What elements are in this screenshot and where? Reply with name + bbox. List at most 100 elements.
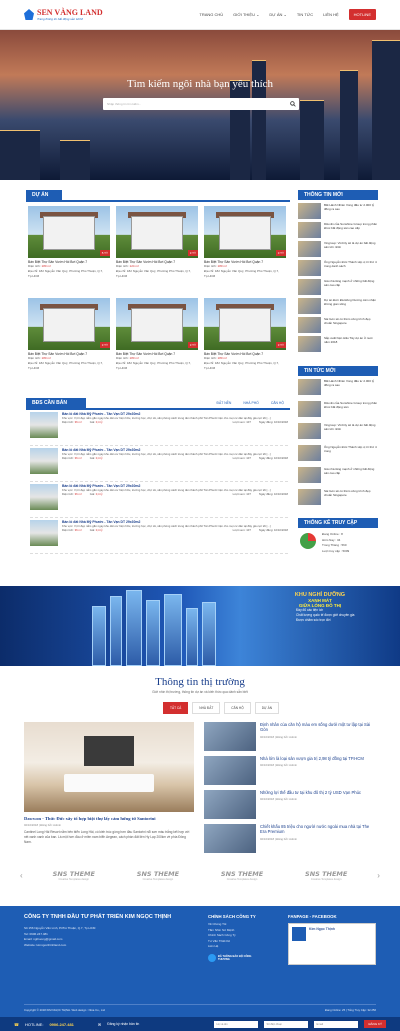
logo[interactable]: SEN VÀNG LAND Trang thông tin bất động s… — [24, 8, 103, 21]
project-card[interactable]: 5 TỶ Bán Biệt Thự Sân Vườn Hồi Bơi Quận … — [28, 206, 110, 279]
filter-apartment[interactable]: CĂN HỘ — [271, 401, 284, 405]
project-card[interactable]: 3 TỶ Bán Biệt Thự Sân Vườn Hồi Bơi Quận … — [116, 298, 198, 371]
partner-logo[interactable]: SNS THEME Creative Templates design — [41, 870, 107, 881]
menu-item-contact[interactable]: LIÊN HỆ — [323, 12, 339, 17]
market-news-item[interactable]: Những lợi thế đầu tư tại khu đô thị 2 tỷ… — [204, 790, 376, 819]
filter-townhouse[interactable]: NHÀ PHỐ — [243, 401, 258, 405]
sidebar-news-item[interactable]: Vingroup: VinCity sẽ là dự án bất động s… — [298, 241, 378, 257]
news-thumb[interactable] — [298, 203, 321, 219]
sidebar-news2-item[interactable]: Sài Gòn sẽ có thêm công trình đẹp chuẩn … — [298, 489, 378, 505]
news-thumb[interactable] — [298, 317, 321, 333]
subscribe-button[interactable]: ĐĂNG KÝ — [364, 1020, 386, 1028]
project-image[interactable]: 3 TỶ — [204, 298, 286, 350]
copyright-bar: Copyright © 2018 KIM NGỌC THỊNH. Web des… — [24, 1004, 376, 1012]
company-website[interactable]: Website: kimngocthinhland.com — [24, 943, 194, 949]
menu-item-projects[interactable]: DỰ ÁN ⌄ — [269, 12, 286, 17]
facebook-avatar — [292, 927, 306, 941]
project-address: 182 Nguyễn Văn Quỳ, Phường Phú Thuận, Q.… — [116, 361, 191, 370]
tab-project[interactable]: DỰ ÁN — [254, 702, 280, 714]
brand-tagline: Trang thông tin bất động sản HCM — [37, 16, 83, 21]
market-news-item[interactable]: Định nhân của căn hộ màu em sống dưới mộ… — [204, 722, 376, 751]
resort-banner[interactable]: KHU NGHỈ DƯỠNG XANH MÁT GIỮA LÒNG ĐÔ THỊ… — [0, 586, 400, 666]
hotline-button[interactable]: HOTLINE — [348, 9, 376, 20]
stats-chart-icon — [300, 533, 316, 549]
menu-item-home[interactable]: TRANG CHỦ — [199, 12, 223, 17]
project-address: 182 Nguyễn Văn Quỳ, Phường Phú Thuận, Q.… — [204, 269, 279, 278]
email-field[interactable]: Email — [314, 1020, 359, 1028]
listing-thumb[interactable] — [30, 412, 58, 438]
sidebar-news2-item[interactable]: Vingroup: VinCity sẽ là dự án bất động s… — [298, 423, 378, 439]
phone-field[interactable]: Số điện thoại — [264, 1020, 309, 1028]
news-thumb[interactable] — [298, 279, 321, 295]
news-thumb[interactable] — [298, 241, 321, 257]
listing-row[interactable]: Bán lô đất Nhà Mỹ Phước - Tân Vạn DT 29x… — [30, 448, 288, 482]
sidebar-news-item[interactable]: Bất Hành Nhiên Vùng đầu tư 2.000 tỷ đồng… — [298, 203, 378, 219]
partner-logo[interactable]: SNS THEME Creative Templates design — [293, 870, 359, 881]
project-area: 180 m² — [41, 356, 51, 360]
main-menu: TRANG CHỦ GIỚI THIỆU ⌄ DỰ ÁN ⌄ TIN TỨC L… — [199, 9, 376, 20]
news-thumb[interactable] — [298, 222, 321, 238]
feature-image[interactable] — [24, 722, 194, 812]
tab-apartment[interactable]: CĂN HỘ — [224, 702, 251, 714]
listing-thumb[interactable] — [30, 484, 58, 510]
project-image[interactable]: 3 TỶ — [204, 206, 286, 258]
stats-widget: THỐNG KÊ TRUY CẬP Đang Online : 8 Hôm Na… — [298, 518, 378, 554]
project-card[interactable]: 3 TỶ Bán Biệt Thự Sân Vườn Hồi Bơi Quận … — [204, 206, 286, 279]
name-field[interactable]: Họ và tên — [214, 1020, 259, 1028]
listing-row[interactable]: Bán lô đất Nhà Mỹ Phước - Tân Vạn DT 29x… — [30, 484, 288, 518]
price-tag: 3 TỶ — [99, 342, 110, 348]
partner-logo[interactable]: SNS THEME Creative Templates design — [125, 870, 191, 881]
menu-item-news[interactable]: TIN TỨC — [297, 12, 313, 17]
news-thumb[interactable] — [298, 260, 321, 276]
project-area: 124 m² — [129, 264, 139, 268]
search-icon[interactable] — [287, 98, 299, 110]
news-thumb[interactable] — [298, 336, 321, 352]
project-image[interactable]: 3 TỶ — [116, 206, 198, 258]
chevron-left-icon[interactable]: ‹ — [20, 871, 23, 880]
listing-thumb[interactable] — [30, 448, 58, 474]
logo-icon — [24, 9, 34, 20]
subscribe-bar: ☎ HOTLINE: 0906.247.481 ✉ Đăng ký nhận b… — [0, 1017, 400, 1031]
feature-article[interactable]: Dawwon - Thức Đức xây tổ hợp biệt thự lấ… — [24, 722, 194, 845]
projects-header: DỰ ÁN — [26, 190, 290, 202]
sidebar-news-item[interactable]: Dự án Đơn Đà Đông Dương cảm nhận không g… — [298, 298, 378, 314]
filter-land[interactable]: ĐẤT NỀN — [217, 401, 232, 405]
sidebar-news2-item[interactable]: Giá nhà tăng mạnh ở những bất động sản c… — [298, 467, 378, 483]
search-input[interactable]: Nhập thông tin tìm kiếm... — [107, 102, 141, 106]
listing-row[interactable]: Bán lô đất Nhà Mỹ Phước - Tân Vạn DT 29x… — [30, 520, 288, 554]
sidebar-news-item[interactable]: Sài Gòn sẽ có thêm công trình đẹp chuẩn … — [298, 317, 378, 333]
listing-row[interactable]: Bán lô đất Nhà Mỹ Phước - Tân Vạn DT 29x… — [30, 412, 288, 446]
verified-icon — [208, 953, 216, 962]
tab-all[interactable]: TẤT CẢ — [163, 702, 189, 714]
sidebar-news-item[interactable]: Sắp xuất hiện Hầu Tây dự án ở nuôi năm 2… — [298, 336, 378, 352]
project-image[interactable]: 3 TỶ — [116, 298, 198, 350]
menu-item-about[interactable]: GIỚI THIỆU ⌄ — [233, 12, 259, 17]
sidebar-news2-item[interactable]: Ông Nguyễn Đức Thành xếp vị trí thứ 4 tr… — [298, 445, 378, 461]
search-box[interactable]: Nhập thông tin tìm kiếm... — [103, 98, 299, 110]
facebook-widget[interactable]: Kim Ngọc Thịnh — [288, 923, 376, 965]
registered-badge[interactable]: ĐÃ THÔNG BÁO BỘ CÔNG THƯƠNG — [218, 955, 258, 961]
company-name: CÔNG TY TNHH ĐẦU TƯ PHÁT TRIỂN KIM NGỌC … — [24, 914, 172, 920]
sidebar-news2-item[interactable]: Bất Hành Nhiên Vùng đầu tư 2.000 tỷ đồng… — [298, 379, 378, 395]
project-card[interactable]: 3 TỶ Bán Biệt Thự Sân Vườn Hồi Bơi Quận … — [116, 206, 198, 279]
listing-thumb[interactable] — [30, 520, 58, 546]
sidebar-news-item[interactable]: Ông Nguyễn Đức Thành xếp vị trí thứ 4 tr… — [298, 260, 378, 276]
sidebar-news-item[interactable]: Giá nhà tăng mạnh ở những bất động sản c… — [298, 279, 378, 295]
sidebar-news-header: THÔNG TIN MỚI — [298, 190, 378, 200]
sidebar-news2-item[interactable]: Dấu ấn của Sunshine Group trong phân khú… — [298, 401, 378, 417]
project-card[interactable]: 3 TỶ Bán Biệt Thự Sân Vườn Hồi Bơi Quận … — [204, 298, 286, 371]
market-news-item[interactable]: Nhà lớn là loại sản vượn gia trị 2,98 tỷ… — [204, 756, 376, 785]
hotline-number[interactable]: 0906.247.481 — [49, 1022, 73, 1027]
footer-link[interactable]: Liên Hệ — [208, 944, 278, 950]
chevron-right-icon[interactable]: › — [377, 871, 380, 880]
news-thumb[interactable] — [298, 298, 321, 314]
project-image[interactable]: 3 TỶ — [28, 298, 110, 350]
sidebar-news-item[interactable]: Dấu ấn của Sunshine Group trong phân khú… — [298, 222, 378, 238]
market-news-item[interactable]: Chiết khấu 85 triệu cho người nước ngoài… — [204, 824, 376, 853]
tab-land[interactable]: NHÀ ĐẤT — [192, 702, 221, 714]
project-image[interactable]: 5 TỶ — [28, 206, 110, 258]
market-subtitle: Giới nhìn thị trường, thông tin dự án và… — [152, 690, 248, 694]
feature-title[interactable]: Dawwon - Thức Đức xây tổ hợp biệt thự lấ… — [24, 816, 194, 821]
project-card[interactable]: 3 TỶ Bán Biệt Thự Sân Vườn Hồi Bơi Quận … — [28, 298, 110, 371]
partner-logo[interactable]: SNS THEME Creative Templates design — [209, 870, 275, 881]
